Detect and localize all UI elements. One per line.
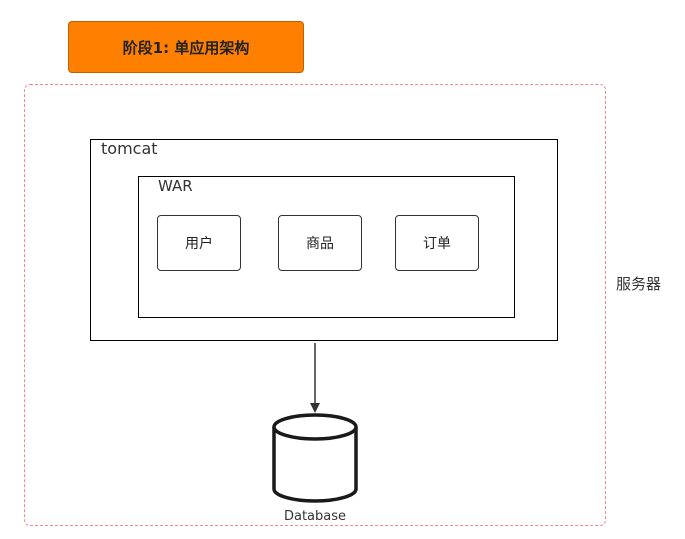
tomcat-to-database-arrow <box>310 343 320 413</box>
stage-title-banner: 阶段1: 单应用架构 <box>68 21 304 73</box>
war-label: WAR <box>158 177 193 195</box>
module-order: 订单 <box>395 215 479 271</box>
database-icon <box>272 413 358 503</box>
module-product-label: 商品 <box>306 236 334 252</box>
module-product: 商品 <box>278 215 362 271</box>
server-label: 服务器 <box>616 275 662 293</box>
module-order-label: 订单 <box>423 236 451 252</box>
database-label: Database <box>283 509 347 524</box>
module-user: 用户 <box>157 215 241 271</box>
module-user-label: 用户 <box>185 236 213 252</box>
stage-title: 阶段1: 单应用架构 <box>122 38 250 57</box>
tomcat-label: tomcat <box>101 139 158 158</box>
